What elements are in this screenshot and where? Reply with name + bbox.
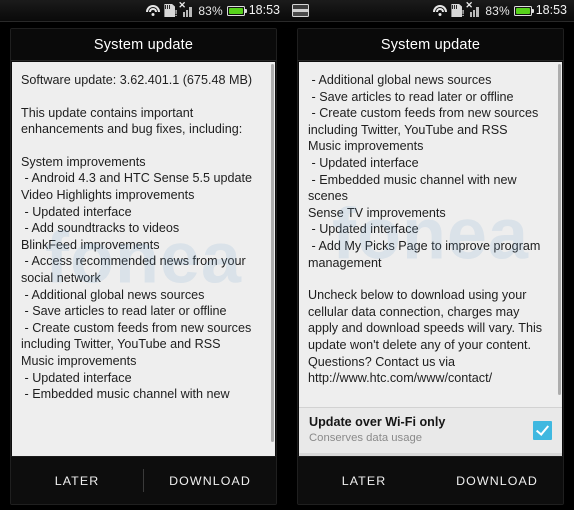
clock-label: 18:53 (248, 3, 280, 18)
sd-card-warning-icon: ! (451, 4, 464, 18)
right-para-0: - Additional global news sources - Save … (308, 73, 541, 270)
wifi-only-texts: Update over Wi-Fi only Conserves data us… (309, 415, 445, 445)
right-para-2: Uncheck below to download using your cel… (308, 288, 546, 386)
left-dialog-button-bar: LATER DOWNLOAD (11, 456, 276, 504)
left-later-button[interactable]: LATER (11, 457, 143, 504)
left-phone-screen: ! ✕ 83% 18:53 System update fonea Softwa… (0, 0, 287, 510)
left-para-gap-1 (21, 89, 266, 105)
battery-percent-label: 83% (198, 3, 223, 18)
right-download-button[interactable]: DOWNLOAD (431, 457, 563, 504)
right-status-bar: ! ✕ 83% 18:53 (287, 0, 574, 22)
right-system-update-dialog: System update fonea - Additional global … (297, 28, 564, 505)
wifi-only-title: Update over Wi-Fi only (309, 415, 446, 429)
sd-card-warning-icon: ! (164, 4, 177, 18)
wifi-icon (146, 4, 161, 17)
right-status-bar-notifications (292, 4, 433, 17)
left-vertical-scrollbar[interactable] (271, 64, 274, 443)
no-signal-icon: ✕ (465, 1, 481, 17)
wifi-only-subtitle: Conserves data usage (309, 432, 423, 444)
left-system-update-dialog: System update fonea Software update: 3.6… (10, 28, 277, 505)
battery-percent-label: 83% (485, 3, 510, 18)
wifi-only-checkbox[interactable] (533, 420, 552, 440)
left-download-button[interactable]: DOWNLOAD (144, 457, 276, 504)
right-dialog-button-bar: LATER DOWNLOAD (298, 456, 563, 504)
left-dialog-title: System update (11, 29, 276, 60)
right-phone-screen: ! ✕ 83% 18:53 System update fonea - Addi… (287, 0, 574, 510)
right-later-button[interactable]: LATER (298, 457, 430, 504)
screenshot-captured-icon (292, 4, 309, 17)
right-vertical-scrollbar[interactable] (558, 64, 561, 396)
battery-icon (513, 5, 534, 16)
right-dialog-scroll-body[interactable]: fonea - Additional global news sources -… (299, 62, 562, 407)
right-dialog-title: System update (298, 29, 563, 60)
no-signal-icon: ✕ (178, 1, 194, 17)
left-para-gap-2 (21, 138, 266, 154)
left-dialog-scroll-body[interactable]: fonea Software update: 3.62.401.1 (675.4… (12, 62, 275, 456)
clock-label: 18:53 (535, 3, 567, 18)
left-para-2: This update contains important enhanceme… (21, 105, 243, 137)
left-para-0: Software update: 3.62.401.1 (675.48 MB) (21, 73, 253, 87)
left-status-bar: ! ✕ 83% 18:53 (0, 0, 287, 22)
wifi-icon (433, 4, 448, 17)
right-status-bar-indicators: ! ✕ 83% 18:53 (433, 1, 567, 18)
left-status-bar-indicators: ! ✕ 83% 18:53 (146, 1, 280, 18)
wifi-only-row[interactable]: Update over Wi-Fi only Conserves data us… (299, 407, 562, 453)
battery-icon (226, 5, 247, 16)
screenshot-root: ! ✕ 83% 18:53 System update fonea Softwa… (0, 0, 574, 510)
right-para-gap-1 (308, 271, 553, 287)
left-dialog-body-wrapper: fonea Software update: 3.62.401.1 (675.4… (11, 61, 276, 456)
left-para-4: System improvements - Android 4.3 and HT… (21, 154, 253, 402)
right-dialog-body-wrapper: fonea - Additional global news sources -… (298, 61, 563, 453)
